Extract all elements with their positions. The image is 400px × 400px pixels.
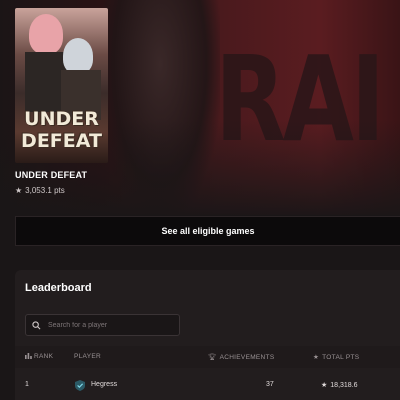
trophy-icon: 🏆︎ [208,354,217,361]
row-total-pts: ★ 18,318.6 [321,381,358,389]
cover-logo: UNDER DEFEAT [21,108,102,152]
leaderboard-table-header: RANK PLAYER 🏆︎ ACHIEVEMENTS ★ TOTAL PTS [15,346,400,368]
achievements-column-header[interactable]: 🏆︎ ACHIEVEMENTS [208,353,274,361]
total-pts-column-header[interactable]: ★ TOTAL PTS [313,353,359,361]
total-pts-column-label: TOTAL PTS [322,354,360,361]
player-search-input[interactable] [48,321,168,329]
row-achievements: 37 [266,381,274,388]
star-icon: ★ [313,354,320,361]
row-player-name[interactable]: Hegress [91,381,117,388]
game-points: ★ 3,053.1 pts [15,186,65,195]
bar-chart-icon [25,353,32,359]
see-all-eligible-games-button[interactable]: See all eligible games [15,216,400,246]
cover-logo-line1: UNDER [24,108,99,130]
search-icon [32,320,41,329]
verified-badge-icon [75,380,85,391]
cover-character-silver [63,38,93,74]
rank-column-header[interactable]: RANK [25,353,53,360]
game-title[interactable]: UNDER DEFEAT [15,170,87,180]
leaderboard-row[interactable]: 1 Hegress 37 ★ 18,318.6 [15,376,400,396]
cover-logo-line2: DEFEAT [21,130,102,152]
achievements-column-label: ACHIEVEMENTS [219,354,275,361]
player-column-header[interactable]: PLAYER [74,353,101,360]
rank-column-label: RANK [34,353,54,360]
game-points-value: 3,053.1 pts [25,186,65,195]
leaderboard-panel: Leaderboard RANK PLAYER 🏆︎ACHIEVEMENTS ★… [15,270,400,400]
row-total-pts-value: 18,318.6 [330,382,358,389]
star-icon: ★ [321,382,328,389]
leaderboard-title: Leaderboard [25,282,92,294]
row-rank: 1 [25,381,29,388]
game-cover-art[interactable]: UNDER DEFEAT [15,8,108,163]
player-search[interactable] [25,314,180,336]
cover-character-pink [29,14,63,54]
star-icon: ★ [15,186,23,195]
